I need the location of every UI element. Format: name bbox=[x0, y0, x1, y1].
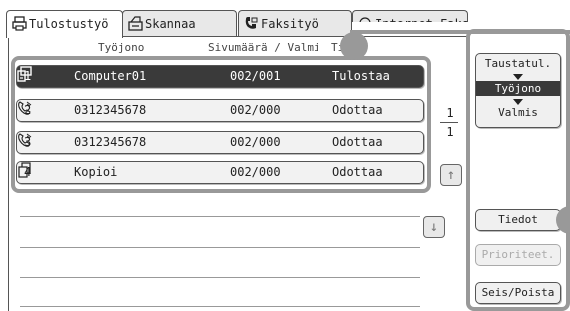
frame-edge bbox=[8, 37, 9, 311]
callout-leader-line bbox=[352, 30, 570, 34]
job-row[interactable]: 3 0312345678 002/000 Odottaa bbox=[16, 131, 424, 154]
tab-label: Tulostustyö bbox=[29, 17, 109, 31]
page-total: 1 bbox=[446, 125, 454, 139]
job-name: Kopioi bbox=[74, 165, 118, 179]
scroll-down-button[interactable]: ↓ bbox=[423, 216, 445, 238]
internet-fax-icon bbox=[359, 17, 371, 22]
column-header-sets: Sivumäärä / Valmis bbox=[208, 41, 318, 54]
tab-label: Skannaa bbox=[145, 17, 196, 31]
details-button[interactable]: Tiedot bbox=[475, 209, 561, 231]
job-name: 0312345678 bbox=[74, 135, 147, 149]
tab-print-job[interactable]: Tulostustyö bbox=[6, 10, 123, 38]
job-number: 2 bbox=[24, 103, 32, 117]
priority-button[interactable]: Prioriteet. bbox=[475, 244, 561, 266]
tab-scan[interactable]: Skannaa bbox=[122, 10, 237, 36]
job-status: Odottaa bbox=[332, 165, 383, 179]
empty-row-line bbox=[20, 216, 420, 217]
arrow-up-icon: ↑ bbox=[446, 167, 456, 183]
job-row[interactable]: 4 Kopioi 002/000 Odottaa bbox=[16, 161, 424, 184]
stop-delete-button[interactable]: Seis/Poista bbox=[475, 282, 561, 304]
tab-fax-job[interactable]: Faksityö bbox=[238, 10, 352, 36]
tab-label: Internet-Faksi bbox=[375, 17, 468, 31]
arrow-down-icon bbox=[513, 99, 523, 105]
arrow-down-icon bbox=[513, 74, 523, 80]
column-header-job: Työjono bbox=[98, 41, 145, 54]
job-number: 3 bbox=[24, 135, 32, 149]
job-row[interactable]: 1 Computer01 002/001 Tulostaa bbox=[16, 65, 424, 88]
job-count: 002/001 bbox=[230, 69, 281, 83]
scroll-up-button[interactable]: ↑ bbox=[440, 164, 462, 186]
callout-marker bbox=[340, 32, 368, 60]
fax-icon bbox=[245, 17, 258, 29]
page-current: 1 bbox=[446, 106, 454, 120]
empty-row-line bbox=[20, 306, 420, 307]
status-option-complete[interactable]: Valmis bbox=[476, 106, 560, 119]
job-number: 4 bbox=[24, 165, 32, 179]
job-count: 002/000 bbox=[230, 135, 281, 149]
callout-leader-line bbox=[350, 30, 354, 40]
job-count: 002/000 bbox=[230, 103, 281, 117]
arrow-down-icon: ↓ bbox=[429, 219, 439, 235]
status-option-job-queue[interactable]: Työjono bbox=[476, 81, 560, 96]
tab-label: Faksityö bbox=[261, 17, 319, 31]
empty-row-line bbox=[20, 277, 420, 278]
job-name: 0312345678 bbox=[74, 103, 147, 117]
job-number: 1 bbox=[24, 69, 32, 83]
job-row[interactable]: 2 0312345678 002/000 Odottaa bbox=[16, 99, 424, 122]
job-status: Odottaa bbox=[332, 103, 383, 117]
status-option-spool[interactable]: Taustatul. bbox=[476, 57, 560, 70]
job-status: Odottaa bbox=[332, 135, 383, 149]
job-status: Tulostaa bbox=[332, 69, 390, 83]
scan-icon bbox=[128, 16, 143, 31]
job-name: Computer01 bbox=[74, 69, 147, 83]
job-count: 002/000 bbox=[230, 165, 281, 179]
page-separator bbox=[440, 122, 458, 123]
empty-row-line bbox=[20, 247, 420, 248]
job-status-screen: Tulostustyö Skannaa Faksityö Internet-Fa… bbox=[0, 0, 570, 311]
job-status-selector[interactable]: Taustatul. Työjono Valmis bbox=[475, 53, 561, 128]
printer-icon bbox=[12, 16, 27, 31]
